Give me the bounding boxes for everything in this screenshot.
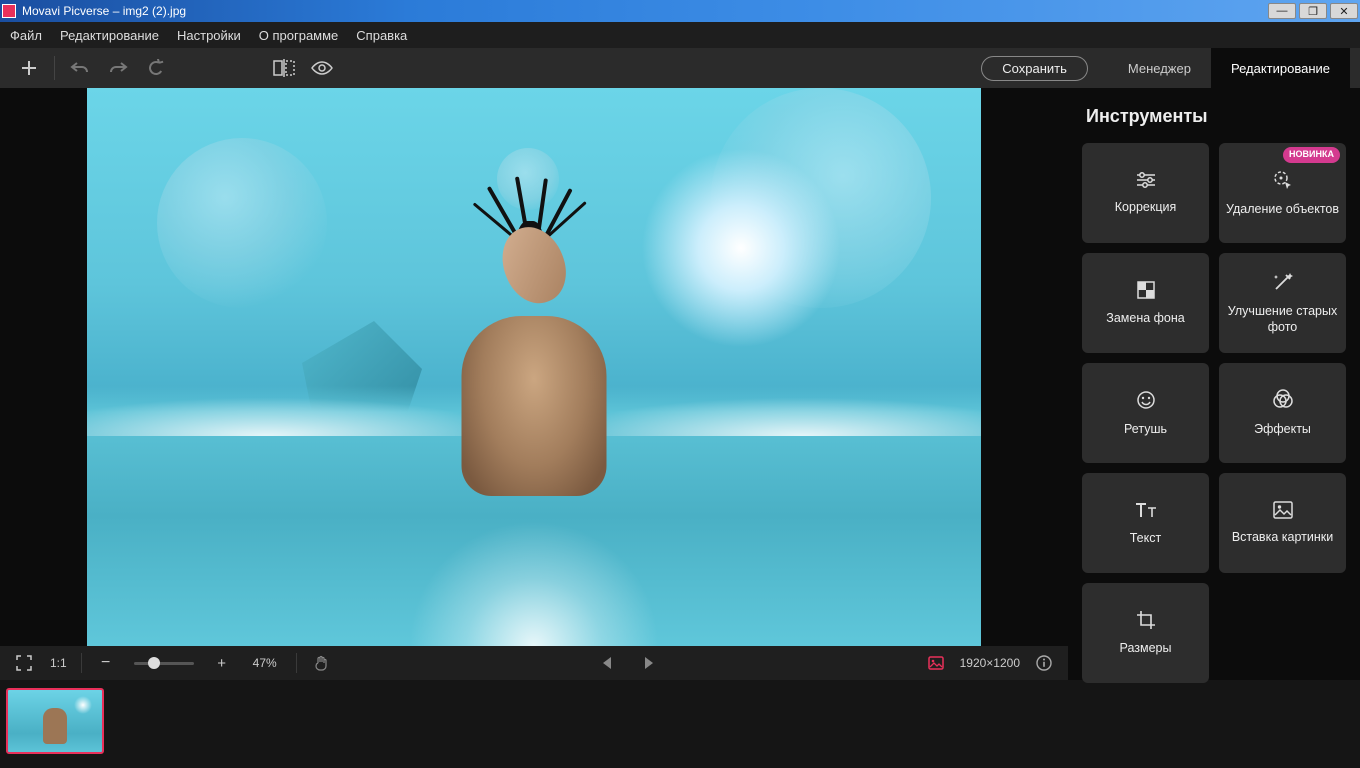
app-logo-icon [2,4,16,18]
save-button[interactable]: Сохранить [981,56,1088,81]
decor [434,176,634,496]
revert-icon [147,59,165,77]
window-title: Movavi Picverse – img2 (2).jpg [22,4,1265,18]
minimize-button[interactable]: — [1268,3,1296,19]
zoom-value: 47% [244,656,286,670]
canvas-area: 1:1 − + 47% 1920×1200 [0,88,1068,680]
tool-bg-replace[interactable]: Замена фона [1082,253,1209,353]
tool-label: Размеры [1120,640,1172,656]
menu-settings[interactable]: Настройки [177,28,241,43]
menu-file[interactable]: Файл [10,28,42,43]
tool-label: Эффекты [1254,421,1311,437]
menubar: Файл Редактирование Настройки О программ… [0,22,1360,48]
maximize-button[interactable]: ❐ [1299,3,1327,19]
main-area: 1:1 − + 47% 1920×1200 [0,88,1360,680]
tool-label: Удаление объектов [1226,201,1339,217]
tool-text[interactable]: Текст [1082,473,1209,573]
plus-icon: + [217,655,226,672]
pan-button[interactable] [307,649,335,677]
zoom-in-button[interactable]: + [208,649,236,677]
preview-button[interactable] [303,48,341,88]
tool-label: Замена фона [1106,310,1184,326]
triangle-right-icon [643,656,655,670]
hand-icon [313,655,329,671]
zoom-thumb[interactable] [148,657,160,669]
separator [81,653,82,673]
text-icon [1134,500,1158,520]
image-indicator[interactable] [922,649,950,677]
image-icon [1273,501,1293,519]
target-cursor-icon [1272,169,1294,191]
decor [157,138,327,308]
tool-remove-objects[interactable]: НОВИНКА Удаление объектов [1219,143,1346,243]
redo-button[interactable] [99,48,137,88]
tool-grid: Коррекция НОВИНКА Удаление объектов Заме… [1082,143,1346,683]
picture-icon [928,656,944,670]
crop-icon [1136,610,1156,630]
redo-icon [108,60,128,76]
prev-image-button[interactable] [593,649,621,677]
statusbar: 1:1 − + 47% 1920×1200 [0,646,1068,680]
tools-sidebar: Инструменты Коррекция НОВИНКА Удаление о… [1068,88,1360,680]
minus-icon: − [101,654,110,672]
zoom-slider[interactable] [134,662,194,665]
tool-label: Улучшение старых фото [1225,303,1340,336]
tool-label: Текст [1130,530,1161,546]
titlebar: Movavi Picverse – img2 (2).jpg — ❐ ✕ [0,0,1360,22]
expand-icon [16,655,32,671]
magic-wand-icon [1272,271,1294,293]
decor [462,316,607,496]
zoom-out-button[interactable]: − [92,649,120,677]
image-dimensions: 1920×1200 [960,656,1020,670]
thumbnail-strip [0,680,1360,768]
close-button[interactable]: ✕ [1330,3,1358,19]
tool-insert-image[interactable]: Вставка картинки [1219,473,1346,573]
fit-screen-button[interactable] [10,649,38,677]
smile-icon [1135,389,1157,411]
tab-editor[interactable]: Редактирование [1211,48,1350,88]
tool-effects[interactable]: Эффекты [1219,363,1346,463]
menu-help[interactable]: Справка [356,28,407,43]
tool-label: Вставка картинки [1232,529,1333,545]
plus-icon [20,59,38,77]
toolbar: Сохранить Менеджер Редактирование [0,48,1360,88]
menu-about[interactable]: О программе [259,28,339,43]
add-button[interactable] [10,48,48,88]
revert-button[interactable] [137,48,175,88]
undo-icon [70,60,90,76]
sliders-icon [1135,171,1157,189]
decor [641,148,841,348]
tool-label: Ретушь [1124,421,1167,437]
canvas-viewport[interactable] [0,88,1068,646]
tool-retouch[interactable]: Ретушь [1082,363,1209,463]
compare-icon [273,59,295,77]
triangle-left-icon [601,656,613,670]
next-image-button[interactable] [635,649,663,677]
tab-manager[interactable]: Менеджер [1108,48,1211,88]
sidebar-title: Инструменты [1082,106,1346,127]
info-icon [1036,655,1052,671]
separator [296,653,297,673]
tool-correction[interactable]: Коррекция [1082,143,1209,243]
mode-tabs: Менеджер Редактирование [1108,48,1350,88]
nav-controls [343,649,914,677]
tool-resize[interactable]: Размеры [1082,583,1209,683]
tool-label: Коррекция [1115,199,1176,215]
eye-icon [311,61,333,75]
separator [54,56,55,80]
thumbnail-selected[interactable] [6,688,104,754]
venn-icon [1272,389,1294,411]
badge-new: НОВИНКА [1283,147,1340,163]
undo-button[interactable] [61,48,99,88]
image-preview [87,88,981,646]
info-button[interactable] [1030,649,1058,677]
tool-enhance-old[interactable]: Улучшение старых фото [1219,253,1346,353]
actual-size-button[interactable]: 1:1 [46,649,71,677]
bg-swap-icon [1136,280,1156,300]
compare-button[interactable] [265,48,303,88]
menu-edit[interactable]: Редактирование [60,28,159,43]
